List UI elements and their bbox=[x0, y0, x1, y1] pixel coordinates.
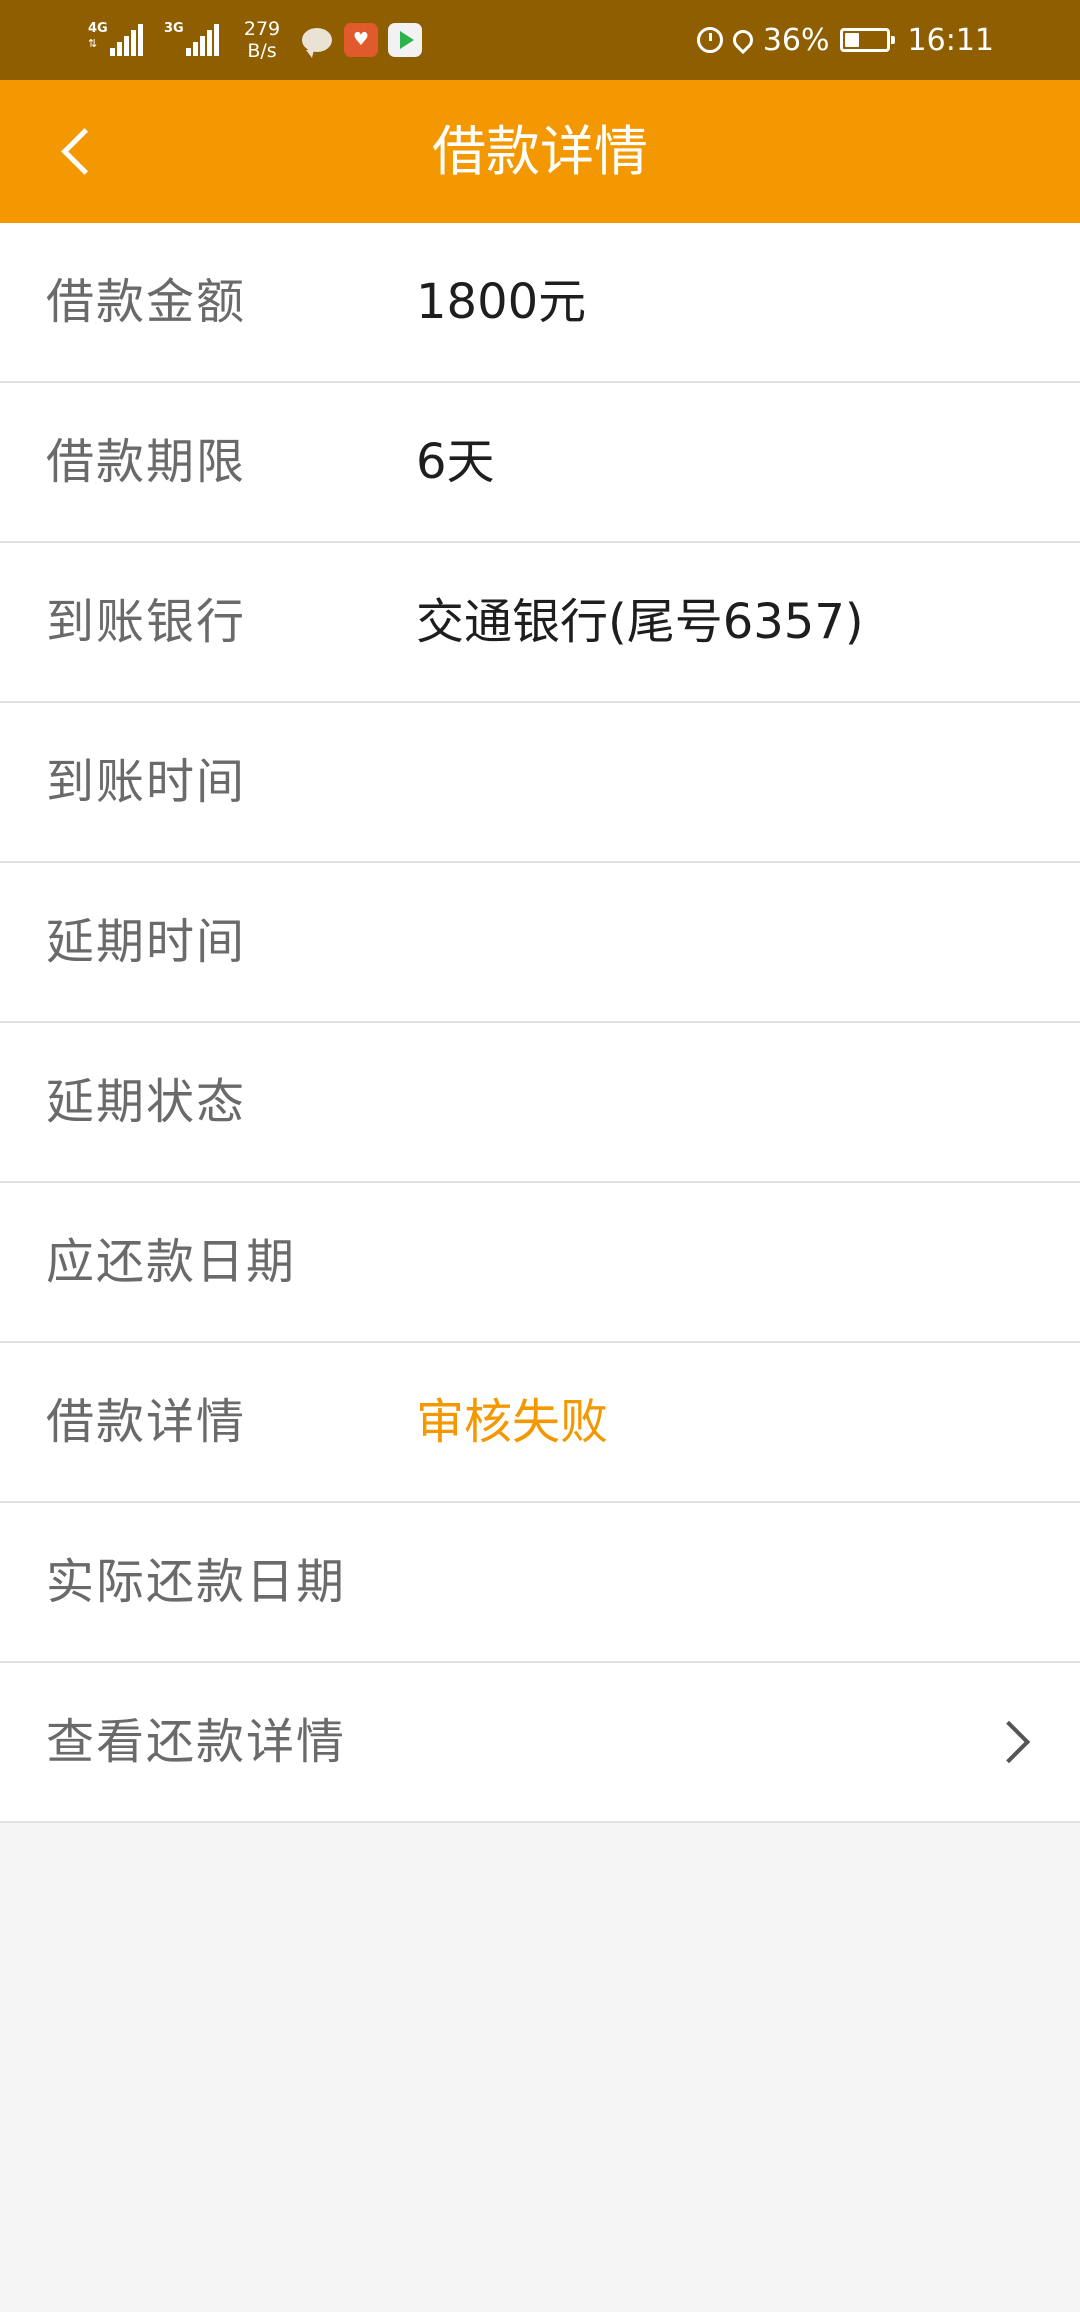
alarm-clock-icon bbox=[696, 27, 723, 53]
row-receiving-bank: 到账银行 交通银行(尾号6357) bbox=[0, 543, 1080, 703]
page-title: 借款详情 bbox=[432, 120, 648, 183]
row-label: 查看还款详情 bbox=[46, 1714, 347, 1770]
row-due-date: 应还款日期 bbox=[0, 1183, 1080, 1343]
back-button[interactable] bbox=[40, 111, 120, 191]
network-type-label: 3G bbox=[164, 21, 184, 36]
row-value: 6天 bbox=[416, 434, 495, 490]
battery-icon bbox=[839, 28, 895, 52]
row-label: 实际还款日期 bbox=[46, 1554, 347, 1610]
status-bar-right: 36% 16:11 bbox=[696, 12, 994, 68]
row-loan-term: 借款期限 6天 bbox=[0, 383, 1080, 543]
row-actual-repayment-date: 实际还款日期 bbox=[0, 1503, 1080, 1663]
chevron-left-icon bbox=[60, 127, 108, 175]
heart-app-icon: ♥ bbox=[344, 23, 378, 57]
row-extension-time: 延期时间 bbox=[0, 863, 1080, 1023]
row-value: 交通银行(尾号6357) bbox=[416, 594, 864, 650]
row-label: 借款详情 bbox=[46, 1394, 247, 1450]
row-label: 到账时间 bbox=[46, 754, 247, 810]
signal-4g-icon: 4G ⇅ bbox=[88, 20, 143, 60]
row-label: 延期状态 bbox=[46, 1074, 247, 1130]
row-arrival-time: 到账时间 bbox=[0, 703, 1080, 863]
location-pin-icon bbox=[728, 25, 757, 55]
row-extension-status: 延期状态 bbox=[0, 1023, 1080, 1183]
row-label: 借款金额 bbox=[46, 274, 247, 330]
row-loan-status: 借款详情 审核失败 bbox=[0, 1343, 1080, 1503]
row-label: 借款期限 bbox=[46, 434, 247, 490]
network-type-label: 4G bbox=[88, 21, 108, 36]
row-label: 到账银行 bbox=[46, 594, 247, 650]
network-speed: 279 B/s bbox=[240, 18, 284, 62]
message-bubble-icon bbox=[300, 23, 334, 58]
chevron-right-icon bbox=[987, 1720, 1031, 1764]
battery-percentage: 36% bbox=[762, 22, 830, 58]
status-bar: 4G ⇅ 3G 279 B/s ♥ 36% 16:11 bbox=[0, 0, 1080, 80]
status-bar-left: 4G ⇅ 3G 279 B/s ♥ bbox=[88, 12, 432, 68]
row-value: 1800元 bbox=[416, 274, 587, 330]
status-badge: 审核失败 bbox=[416, 1394, 609, 1450]
row-loan-amount: 借款金额 1800元 bbox=[0, 223, 1080, 383]
network-speed-value: 279 bbox=[243, 18, 281, 40]
app-header: 借款详情 bbox=[0, 80, 1080, 223]
view-repayment-details-button[interactable]: 查看还款详情 bbox=[0, 1663, 1080, 1823]
network-speed-unit: B/s bbox=[247, 40, 277, 62]
row-label: 应还款日期 bbox=[46, 1234, 297, 1290]
data-arrows-icon: ⇅ bbox=[88, 37, 98, 50]
loan-detail-list: 借款金额 1800元 借款期限 6天 到账银行 交通银行(尾号6357) 到账时… bbox=[0, 223, 1080, 1823]
clock-time: 16:11 bbox=[907, 22, 994, 58]
signal-3g-icon: 3G bbox=[164, 20, 219, 60]
row-label: 延期时间 bbox=[46, 914, 247, 970]
video-app-icon bbox=[388, 23, 422, 57]
